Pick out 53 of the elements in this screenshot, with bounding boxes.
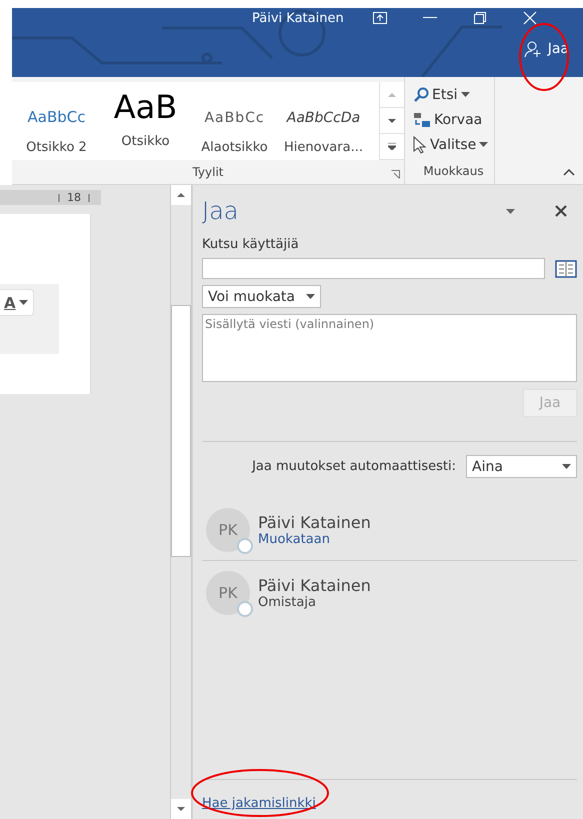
panel-title: Jaa [202, 197, 238, 225]
down-arrow-icon [388, 118, 396, 122]
scroll-up-button[interactable] [171, 185, 191, 205]
up-arrow-icon [388, 92, 396, 96]
down-arrow-icon [177, 807, 185, 811]
up-arrow-icon [177, 193, 185, 197]
panel-menu-button[interactable] [506, 208, 515, 214]
group-label: Muokkaus [423, 164, 484, 178]
ribbon-button[interactable]: Valitse [413, 132, 494, 157]
address-book-icon[interactable] [555, 260, 577, 278]
auto-share-label: Jaa muutokset automaattisesti: [252, 459, 456, 474]
close-button[interactable] [555, 205, 567, 217]
style-item[interactable]: AaB Otsikko [101, 82, 190, 160]
caret-icon [562, 464, 571, 469]
person-name: Päivi Katainen [258, 513, 371, 532]
add-person-icon [524, 40, 542, 58]
presence-icon [237, 601, 253, 617]
style-item[interactable]: AaBbCc Alaotsikko [190, 82, 279, 160]
avatar: PK [206, 508, 250, 552]
scroll-down-button[interactable] [171, 799, 191, 819]
message-field[interactable]: Sisällytä viesti (valinnainen) [202, 314, 577, 382]
ribbon-button[interactable]: Korvaa [413, 107, 494, 132]
restore-icon [474, 12, 486, 24]
permission-dropdown[interactable]: Voi muokata [202, 285, 321, 308]
presence-icon [237, 538, 253, 554]
avatar: PK [206, 571, 250, 615]
caret-icon [306, 294, 315, 299]
person-role: Omistaja [258, 595, 317, 610]
permission-link[interactable]: Muokataan [258, 532, 371, 547]
caret-icon [506, 208, 515, 214]
person-name: Päivi Katainen [258, 576, 371, 595]
font-color-button[interactable]: A [0, 289, 34, 316]
pointer-icon [413, 136, 427, 154]
group-label: Tyylit [192, 165, 224, 179]
ribbon-button[interactable]: Etsi [413, 82, 494, 107]
more-icon [388, 143, 396, 150]
tick-mark-icon [57, 194, 61, 202]
replace-icon [413, 112, 431, 128]
style-item[interactable]: AaBbCc Otsikko 2 [12, 82, 101, 160]
dialog-launcher-icon[interactable] [391, 170, 400, 179]
collapse-icon[interactable] [563, 169, 575, 176]
style-item[interactable]: AaBbCcDa Hienovara... [279, 82, 368, 160]
auto-share-dropdown[interactable]: Aina [466, 455, 577, 478]
scrollbar[interactable] [170, 185, 192, 819]
ruler: 18 [0, 190, 101, 205]
search-icon [413, 86, 429, 102]
invite-field[interactable] [202, 258, 545, 279]
window-title: Päivi Katainen [252, 10, 344, 26]
invite-label: Kutsu käyttäjiä [202, 237, 300, 252]
caret-icon [18, 300, 28, 305]
minimize-icon [422, 17, 437, 19]
tick-mark-icon [87, 194, 91, 202]
ribbon-display-icon [372, 12, 387, 24]
